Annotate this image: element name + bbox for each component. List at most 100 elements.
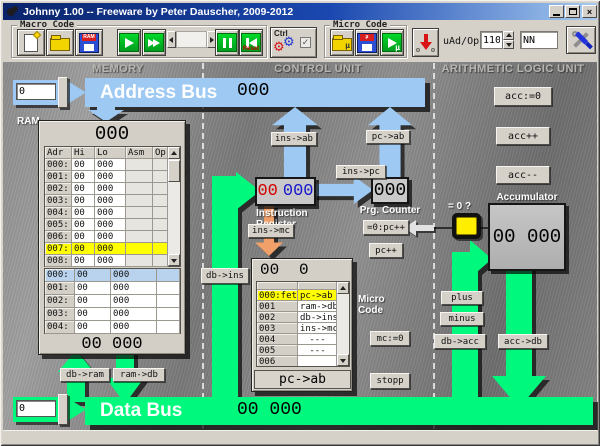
ram-to-db-button[interactable]: ram->db (113, 368, 165, 382)
uadop-label: uAd/Op (443, 36, 479, 47)
ram-col-header: Op (153, 147, 168, 159)
ins-to-pc-button[interactable]: ins->pc (336, 165, 386, 179)
fast-forward-icon (144, 33, 164, 52)
ram-preview-table: 000:00000 001:00000 002:00000 003:00000 … (44, 268, 181, 334)
separator-memory-control (202, 63, 204, 429)
save-ram-button[interactable]: RAM (75, 29, 103, 56)
preview-row-selected[interactable]: 000:00000 (45, 269, 180, 282)
acc-dec-button[interactable]: acc-- (496, 166, 550, 184)
address-bus-slider-handle[interactable] (58, 77, 68, 108)
data-bus-input[interactable] (16, 400, 56, 417)
ram-table[interactable]: Adr Hi Lo Asm Op 000:00000 001:00000 002… (44, 146, 181, 267)
zero-led-icon (456, 217, 477, 235)
floppy-micro-icon: µ (357, 33, 377, 53)
ctrl-button[interactable]: Ctrl ⚙ ⚙ ✓ (270, 27, 317, 58)
acc-to-db-button[interactable]: acc->db (498, 334, 548, 349)
scroll-down-button[interactable] (337, 354, 349, 366)
zero-led[interactable] (452, 213, 481, 239)
ins-to-mc-button[interactable]: ins->mc (248, 224, 294, 238)
spin-up-icon (506, 30, 512, 37)
status-bar (3, 430, 597, 443)
pause-icon (217, 33, 237, 52)
micro-code-table[interactable]: 000:fetchpc->ab 001ram->db 002db->ins 00… (256, 281, 350, 367)
data-bus-label: Data Bus (100, 400, 182, 422)
tools-icon (571, 30, 591, 50)
ram-row[interactable]: 005:00000 (45, 219, 180, 231)
open-macro-button[interactable] (46, 29, 74, 56)
uadop-spin-down[interactable] (503, 40, 514, 49)
preview-row[interactable]: 004:00000 (45, 321, 180, 334)
settings-button[interactable] (566, 26, 596, 54)
ram-col-header: Asm (126, 147, 153, 159)
db-to-ins-button[interactable]: db->ins (201, 268, 249, 284)
window-title: Johnny 1.00 -- Freeware by Peter Dausche… (23, 6, 293, 18)
address-bus-input[interactable] (16, 83, 56, 100)
maximize-icon (569, 8, 577, 15)
ram-row[interactable]: 003:00000 (45, 195, 180, 207)
acc-inc-button[interactable]: acc++ (496, 127, 550, 145)
preview-row[interactable]: 002:00000 (45, 295, 180, 308)
uadop-spin-up[interactable] (503, 31, 514, 40)
run-micro-button[interactable]: µ (380, 29, 404, 56)
ram-row-selected[interactable]: 007:00000 (45, 243, 180, 255)
machine-panel: MEMORY CONTROL UNIT ARITHMETIC LOGIC UNI… (3, 62, 597, 430)
micro-step-button[interactable] (412, 28, 439, 57)
db-to-acc-button[interactable]: db->acc (434, 334, 486, 349)
accumulator-box: 00 000 (488, 203, 566, 271)
op-mnemonic-input[interactable] (520, 31, 558, 49)
pc-to-ab-button[interactable]: pc->ab (366, 130, 410, 144)
acc-zero-button[interactable]: acc:=0 (494, 87, 552, 106)
scroll-down-icon (340, 359, 346, 366)
reset-button[interactable]: Reset (239, 29, 263, 56)
micro-current-display: pc->ab (254, 370, 351, 389)
slider-left-button[interactable] (167, 31, 176, 48)
run-button[interactable] (117, 29, 141, 56)
data-bus-slider-handle[interactable] (58, 394, 68, 425)
plus-button[interactable]: plus (441, 291, 483, 305)
scroll-down-button[interactable] (168, 254, 180, 266)
micro-op-display: 0 (299, 261, 309, 279)
db-to-ram-button[interactable]: db->ram (60, 368, 110, 382)
open-micro-button[interactable]: µ (330, 29, 354, 56)
ram-row[interactable]: 006:00000 (45, 231, 180, 243)
ins-to-ab-button[interactable]: ins->ab (271, 132, 317, 146)
ram-row[interactable]: 000:00000 (45, 159, 180, 171)
zero-test-label: = 0 ? (448, 201, 471, 212)
address-bus-label: Address Bus (100, 82, 217, 104)
minimize-button[interactable] (549, 5, 564, 18)
pause-button[interactable] (215, 29, 239, 56)
save-micro-button[interactable]: µ (355, 29, 379, 56)
uadop-input[interactable] (480, 31, 503, 49)
ram-scrollbar[interactable] (167, 147, 180, 266)
separator-control-alu (433, 63, 435, 429)
slider-track[interactable] (176, 31, 207, 48)
stopp-button[interactable]: stopp (370, 373, 410, 389)
close-icon: × (587, 7, 592, 17)
ram-row[interactable]: 002:00000 (45, 183, 180, 195)
new-macro-button[interactable] (17, 29, 45, 56)
scroll-up-icon (340, 283, 346, 290)
scroll-up-button[interactable] (337, 282, 349, 294)
minus-button[interactable]: minus (440, 312, 484, 326)
scroll-up-button[interactable] (168, 147, 180, 159)
maximize-button[interactable] (565, 5, 580, 18)
ram-row[interactable]: 001:00000 (45, 171, 180, 183)
ctrl-checkbox[interactable]: ✓ (300, 37, 311, 48)
address-input-arrow (66, 80, 86, 105)
close-button[interactable]: × (582, 5, 597, 18)
data-bus-value: 00 000 (237, 400, 302, 420)
ram-row[interactable]: 004:00000 (45, 207, 180, 219)
pc-inc-button[interactable]: pc++ (369, 243, 403, 258)
ram-row[interactable]: 008:00000 (45, 255, 180, 267)
ram-scroll-thumb[interactable] (168, 160, 180, 182)
scroll-down-icon (171, 259, 177, 266)
micro-scrollbar[interactable] (336, 282, 349, 366)
preview-row[interactable]: 003:00000 (45, 308, 180, 321)
mc-reset-button[interactable]: mc:=0 (370, 331, 410, 346)
preview-row[interactable]: 001:00000 (45, 282, 180, 295)
eq0-pc-inc-button[interactable]: =0:pc++ (363, 220, 409, 235)
fast-run-button[interactable] (142, 29, 166, 56)
data-bus: Data Bus 00 000 (85, 397, 593, 425)
minimize-icon (553, 14, 560, 16)
ram-value-display: 00 000 (39, 335, 185, 354)
